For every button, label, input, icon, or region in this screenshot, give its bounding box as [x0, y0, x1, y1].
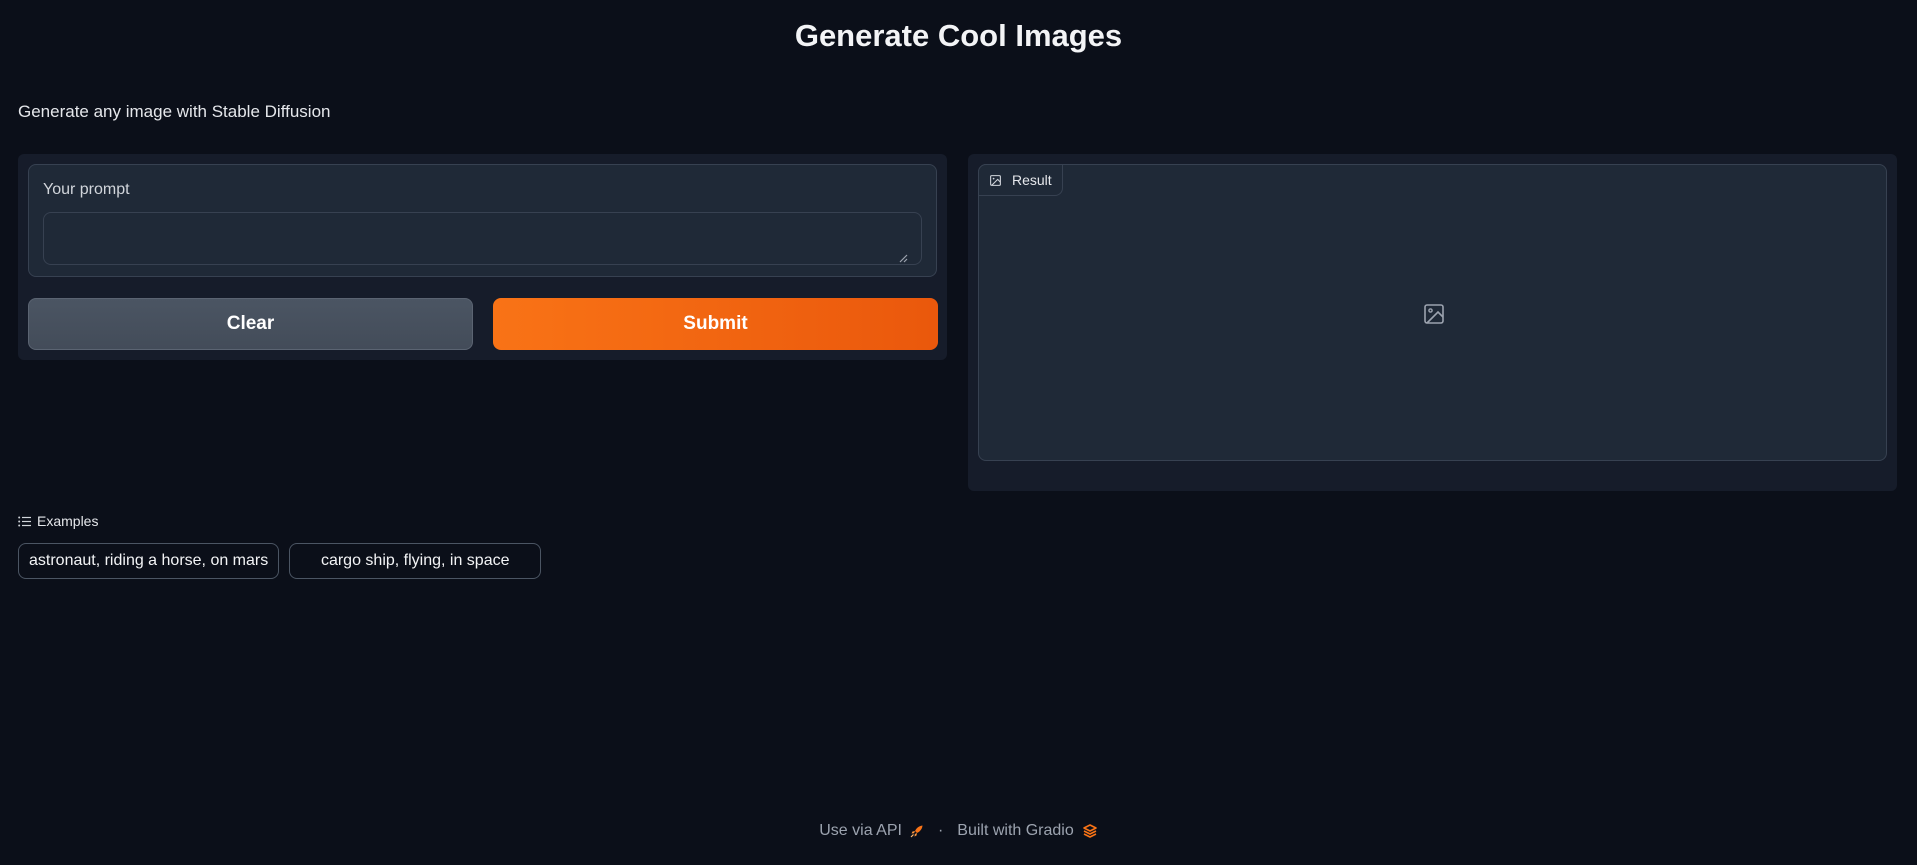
clear-button[interactable]: Clear — [28, 298, 473, 350]
prompt-input[interactable] — [43, 212, 922, 265]
gradio-logo-icon — [1082, 824, 1097, 838]
image-icon — [990, 174, 1001, 186]
submit-button[interactable]: Submit — [493, 298, 938, 350]
prompt-block: Your prompt — [28, 164, 937, 277]
input-panel: Your prompt Clear Submit — [18, 154, 947, 360]
use-via-api-link[interactable]: Use via API — [819, 822, 924, 840]
footer: Use via API · Built with Gradio — [0, 822, 1917, 840]
examples-label: Examples — [37, 513, 99, 529]
footer-separator: · — [937, 822, 944, 839]
gradio-link-label: Built with Gradio — [957, 822, 1074, 839]
output-panel: Result — [968, 154, 1897, 491]
prompt-label: Your prompt — [43, 181, 130, 198]
page-description: Generate any image with Stable Diffusion — [18, 102, 331, 121]
built-with-gradio-link[interactable]: Built with Gradio — [957, 822, 1098, 840]
example-chip[interactable]: astronaut, riding a horse, on mars — [18, 543, 280, 579]
rocket-icon — [910, 825, 923, 838]
examples-header: Examples — [18, 513, 98, 529]
result-label: Result — [1012, 172, 1052, 188]
result-image-area: Result — [978, 164, 1887, 461]
examples-list: astronaut, riding a horse, on mars cargo… — [18, 543, 542, 579]
app-page: Generate Cool Images Generate any image … — [0, 0, 1917, 865]
page-title: Generate Cool Images — [794, 18, 1123, 53]
api-link-label: Use via API — [819, 822, 902, 839]
result-label-tag: Result — [978, 164, 1063, 196]
list-icon — [18, 516, 31, 526]
resize-handle-icon[interactable] — [899, 254, 908, 263]
image-placeholder-icon — [1424, 304, 1444, 324]
example-chip[interactable]: cargo ship, flying, in space — [289, 543, 542, 579]
